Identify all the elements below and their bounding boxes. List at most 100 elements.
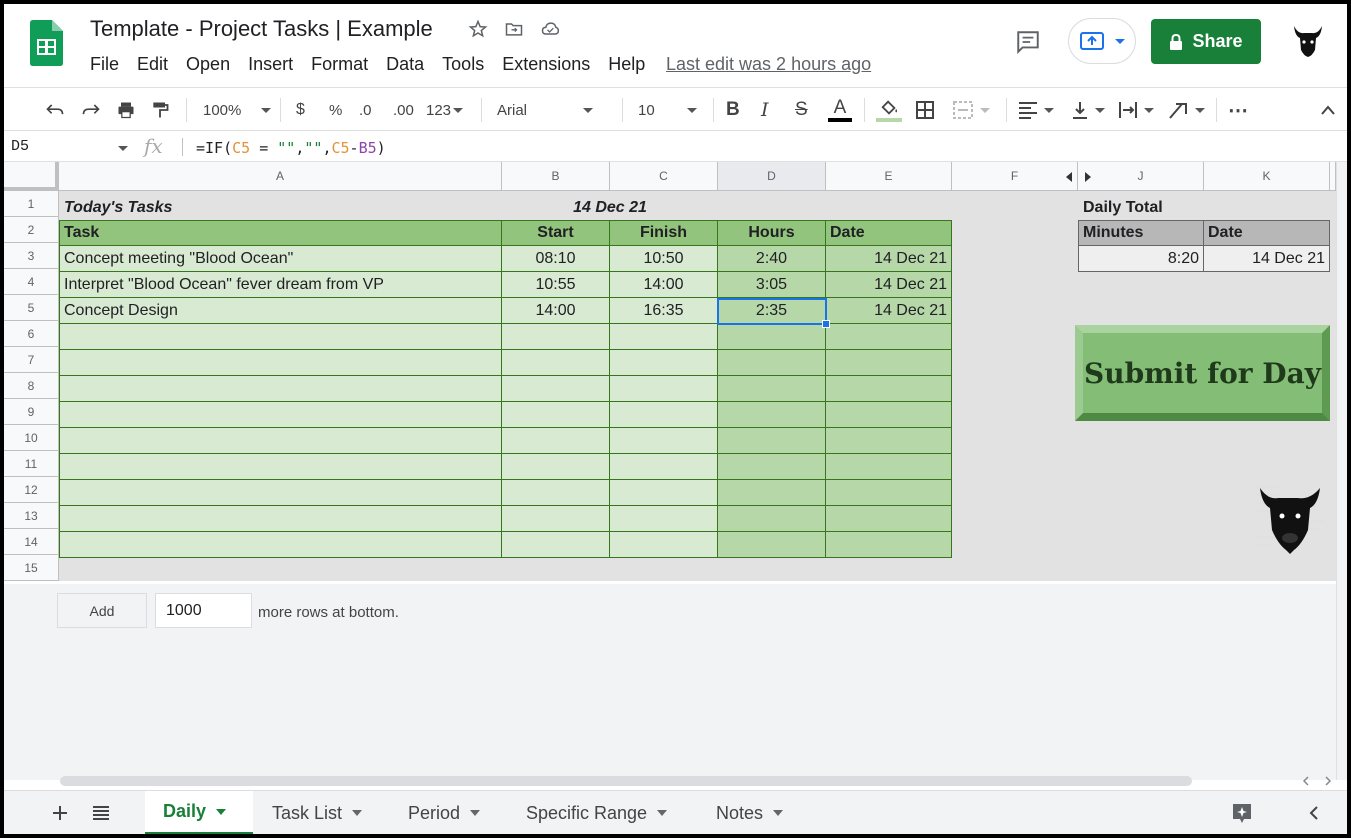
cell-date-row-6[interactable] xyxy=(826,324,952,350)
cell-start-row-14[interactable] xyxy=(502,532,610,558)
tab-notes[interactable]: Notes xyxy=(698,791,801,834)
last-edit-link[interactable]: Last edit was 2 hours ago xyxy=(666,54,871,75)
cell-start-row-6[interactable] xyxy=(502,324,610,350)
menu-edit[interactable]: Edit xyxy=(137,54,177,75)
scroll-left-icon[interactable] xyxy=(1302,776,1310,786)
currency-format-button[interactable]: $ xyxy=(296,88,305,132)
cell-start-row-11[interactable] xyxy=(502,454,610,480)
redo-button[interactable] xyxy=(80,88,102,132)
print-button[interactable] xyxy=(115,88,137,132)
tab-specific-range[interactable]: Specific Range xyxy=(508,791,685,834)
cell-task-row-10[interactable] xyxy=(59,428,502,454)
row-header-4[interactable]: 4 xyxy=(4,269,59,295)
total-header-minutes[interactable]: Minutes xyxy=(1078,220,1204,246)
header-start[interactable]: Start xyxy=(502,220,610,246)
avatar[interactable] xyxy=(1288,20,1328,60)
row-header-8[interactable]: 8 xyxy=(4,373,59,399)
menu-help[interactable]: Help xyxy=(608,54,654,75)
increase-decimal-button[interactable]: .00 xyxy=(393,88,414,132)
cell-task-row-8[interactable] xyxy=(59,376,502,402)
text-rotation-button[interactable] xyxy=(1167,88,1205,132)
cell-task-row-9[interactable] xyxy=(59,402,502,428)
paint-format-button[interactable] xyxy=(150,88,170,132)
text-wrap-button[interactable] xyxy=(1118,88,1154,132)
cell-b1[interactable]: 14 Dec 21 xyxy=(502,195,718,221)
cell-hours-row-6[interactable] xyxy=(718,324,826,350)
select-all-corner[interactable] xyxy=(4,162,59,191)
row-header-15[interactable]: 15 xyxy=(4,555,59,581)
daily-total-label[interactable]: Daily Total xyxy=(1079,195,1329,221)
fill-handle[interactable] xyxy=(822,320,830,328)
cell-date-row-12[interactable] xyxy=(826,480,952,506)
menu-tools[interactable]: Tools xyxy=(442,54,493,75)
collapse-toolbar-button[interactable] xyxy=(1320,88,1336,132)
row-header-12[interactable]: 12 xyxy=(4,477,59,503)
column-header-f[interactable]: F xyxy=(952,162,1078,191)
cell-hours-row-11[interactable] xyxy=(718,454,826,480)
document-title[interactable]: Template - Project Tasks | Example xyxy=(90,16,433,42)
horizontal-scrollbar[interactable] xyxy=(60,776,1192,786)
present-button[interactable] xyxy=(1068,18,1136,64)
row-header-14[interactable]: 14 xyxy=(4,529,59,555)
cell-hours-row-13[interactable] xyxy=(718,506,826,532)
cell-date-row-11[interactable] xyxy=(826,454,952,480)
column-header-e[interactable]: E xyxy=(826,162,952,191)
cell-finish-row-11[interactable] xyxy=(610,454,718,480)
name-box[interactable]: D5 xyxy=(11,138,29,155)
menu-extensions[interactable]: Extensions xyxy=(502,54,599,75)
vertical-align-button[interactable] xyxy=(1071,88,1105,132)
cell-start-row-3[interactable]: 08:10 xyxy=(502,246,610,272)
add-rows-button[interactable]: Add xyxy=(57,593,147,628)
tab-daily[interactable]: Daily xyxy=(145,791,253,834)
percent-format-button[interactable]: % xyxy=(329,88,342,132)
vertical-scrollbar[interactable] xyxy=(1336,162,1347,780)
cell-start-row-10[interactable] xyxy=(502,428,610,454)
more-options-button[interactable]: ⋯ xyxy=(1228,88,1248,132)
cloud-saved-icon[interactable] xyxy=(539,18,561,40)
strikethrough-button[interactable]: S xyxy=(795,88,808,132)
cell-start-row-5[interactable]: 14:00 xyxy=(502,298,610,324)
font-select[interactable]: Arial xyxy=(497,88,594,132)
cell-task-row-4[interactable]: Interpret "Blood Ocean" fever dream from… xyxy=(59,272,502,298)
undo-button[interactable] xyxy=(44,88,66,132)
cell-date-row-14[interactable] xyxy=(826,532,952,558)
borders-button[interactable] xyxy=(915,88,935,132)
column-header-k[interactable]: K xyxy=(1204,162,1330,191)
row-header-9[interactable]: 9 xyxy=(4,399,59,425)
cell-hours-row-7[interactable] xyxy=(718,350,826,376)
cell-date-row-5[interactable]: 14 Dec 21 xyxy=(826,298,952,324)
total-date-value[interactable]: 14 Dec 21 xyxy=(1204,246,1330,272)
cell-start-row-7[interactable] xyxy=(502,350,610,376)
total-header-date[interactable]: Date xyxy=(1204,220,1330,246)
row-header-11[interactable]: 11 xyxy=(4,451,59,477)
column-header-a[interactable]: A xyxy=(59,162,502,191)
cell-date-row-9[interactable] xyxy=(826,402,952,428)
merge-cells-button[interactable] xyxy=(952,88,990,132)
hidden-columns-left-arrow-icon[interactable] xyxy=(1065,172,1073,182)
cell-hours-row-3[interactable]: 2:40 xyxy=(718,246,826,272)
cell-date-row-10[interactable] xyxy=(826,428,952,454)
menu-data[interactable]: Data xyxy=(386,54,433,75)
cell-finish-row-7[interactable] xyxy=(610,350,718,376)
cell-finish-row-4[interactable]: 14:00 xyxy=(610,272,718,298)
collapse-side-panel-button[interactable] xyxy=(1308,791,1320,834)
column-header-b[interactable]: B xyxy=(502,162,610,191)
row-header-2[interactable]: 2 xyxy=(4,217,59,243)
row-header-3[interactable]: 3 xyxy=(4,243,59,269)
cell-hours-row-14[interactable] xyxy=(718,532,826,558)
header-finish[interactable]: Finish xyxy=(610,220,718,246)
cell-task-row-13[interactable] xyxy=(59,506,502,532)
text-color-button[interactable]: A xyxy=(828,88,852,132)
header-date[interactable]: Date xyxy=(826,220,952,246)
share-button[interactable]: Share xyxy=(1151,19,1261,64)
row-header-1[interactable]: 1 xyxy=(4,191,59,217)
scroll-right-icon[interactable] xyxy=(1324,776,1332,786)
row-header-13[interactable]: 13 xyxy=(4,503,59,529)
menu-format[interactable]: Format xyxy=(311,54,377,75)
decrease-decimal-button[interactable]: .0 xyxy=(359,88,372,132)
column-header-d[interactable]: D xyxy=(718,162,826,191)
cell-task-row-3[interactable]: Concept meeting "Blood Ocean" xyxy=(59,246,502,272)
cell-date-row-3[interactable]: 14 Dec 21 xyxy=(826,246,952,272)
cell-finish-row-5[interactable]: 16:35 xyxy=(610,298,718,324)
cell-finish-row-3[interactable]: 10:50 xyxy=(610,246,718,272)
